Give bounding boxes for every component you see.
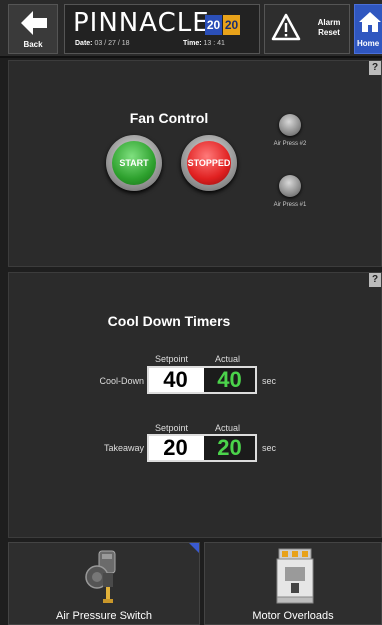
- hmi-screen: Back PINNACLE 20 20 Date: 03 / 27 / 18 T…: [0, 0, 382, 625]
- air-press-1-label: Air Press #1: [273, 202, 307, 208]
- motor-overload-icon: [276, 548, 314, 604]
- brand-name: PINNACLE: [73, 8, 210, 38]
- tile-corner-marker: [189, 543, 199, 553]
- takeaway-label: Takeaway: [103, 443, 144, 453]
- takeaway-actual: 20: [204, 436, 255, 460]
- air-pressure-switch-icon: [85, 550, 116, 603]
- setpoint-header: Setpoint: [155, 354, 189, 364]
- takeaway-unit: sec: [262, 443, 277, 453]
- cool-down-help-button[interactable]: ?: [369, 273, 381, 287]
- alarm-label-line-2: Reset: [318, 28, 340, 37]
- setpoint-header: Setpoint: [155, 423, 189, 433]
- brand-box: PINNACLE 20 20 Date: 03 / 27 / 18 Time: …: [64, 4, 260, 54]
- alarm-reset-label: Alarm Reset: [309, 18, 349, 38]
- takeaway-setpoint[interactable]: 20: [149, 436, 202, 460]
- air-press-2-label: Air Press #2: [273, 141, 307, 147]
- takeaway-timer: 20 20: [147, 434, 257, 462]
- motor-overloads-tile[interactable]: Motor Overloads: [204, 542, 382, 625]
- fan-control-panel: ? Fan Control START STOPPED Air Press #2…: [8, 60, 382, 267]
- cool-down-label: Cool-Down: [99, 376, 144, 386]
- alarm-label-line-1: Alarm: [317, 18, 341, 27]
- fan-control-help-button[interactable]: ?: [369, 61, 381, 75]
- cool-down-title: Cool Down Timers: [107, 313, 231, 329]
- brand-year-b: 20: [223, 15, 240, 35]
- air-pressure-switch-tile[interactable]: Air Pressure Switch: [8, 542, 200, 625]
- cool-down-panel: ? Cool Down Timers Setpoint Actual Cool-…: [8, 272, 382, 538]
- time-readout: Time: 13 : 41: [183, 40, 225, 47]
- header-bar: Back PINNACLE 20 20 Date: 03 / 27 / 18 T…: [0, 0, 382, 58]
- motor-overloads-label: Motor Overloads: [252, 610, 334, 622]
- back-label: Back: [23, 40, 43, 49]
- time-label: Time:: [183, 40, 202, 47]
- air-press-1-indicator: [279, 175, 301, 197]
- date-label: Date:: [75, 40, 93, 47]
- cool-down-actual: 40: [204, 368, 255, 392]
- time-value: 13 : 41: [203, 40, 225, 47]
- start-button[interactable]: START: [106, 135, 162, 191]
- home-label: Home: [357, 39, 380, 48]
- cool-down-setpoint[interactable]: 40: [149, 368, 202, 392]
- home-icon: [359, 12, 381, 32]
- alarm-reset-button[interactable]: Alarm Reset: [264, 4, 350, 54]
- air-pressure-switch-label: Air Pressure Switch: [56, 610, 152, 622]
- date-value: 03 / 27 / 18: [94, 40, 130, 47]
- cool-down-timer: 40 40: [147, 366, 257, 394]
- back-arrow-icon: [21, 11, 47, 35]
- actual-header: Actual: [215, 354, 241, 364]
- back-button[interactable]: Back: [8, 4, 58, 54]
- stop-button[interactable]: STOPPED: [181, 135, 237, 191]
- air-press-2-indicator: [279, 114, 301, 136]
- warning-icon: [271, 13, 301, 41]
- actual-header: Actual: [215, 423, 241, 433]
- brand-year-a: 20: [205, 15, 222, 35]
- stop-label: STOPPED: [187, 141, 231, 185]
- date-readout: Date: 03 / 27 / 18: [75, 40, 130, 47]
- cool-down-unit: sec: [262, 376, 277, 386]
- home-button[interactable]: Home: [354, 4, 382, 54]
- start-label: START: [112, 141, 156, 185]
